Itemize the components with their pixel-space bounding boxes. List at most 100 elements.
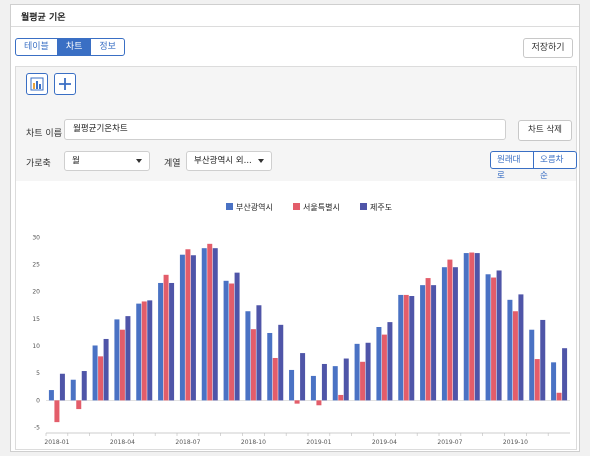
sort-ascending-button[interactable]: 오름차순 bbox=[533, 151, 577, 181]
y-tick-label: 20 bbox=[32, 289, 40, 296]
legend-swatch bbox=[360, 203, 367, 210]
legend-swatch bbox=[293, 203, 300, 210]
bar bbox=[272, 357, 278, 401]
bar bbox=[223, 280, 229, 401]
bar bbox=[562, 348, 568, 401]
bar bbox=[92, 345, 98, 401]
chevron-down-icon bbox=[136, 159, 142, 163]
bar bbox=[512, 311, 518, 401]
bar bbox=[332, 366, 338, 401]
bar bbox=[338, 394, 344, 401]
bar bbox=[81, 371, 87, 401]
bar bbox=[98, 356, 104, 401]
chart-name-label: 차트 이름 bbox=[26, 129, 62, 139]
bar bbox=[59, 373, 65, 401]
x-tick-label: 2019-01 bbox=[306, 439, 331, 446]
bar bbox=[321, 363, 327, 401]
legend-label: 서울특별시 bbox=[303, 202, 340, 212]
bar bbox=[343, 358, 349, 401]
chart-area: 부산광역시 서울특별시 제주도 -5 0 5 10 15 20 25 30 2018-01 2018-0… bbox=[16, 181, 576, 449]
y-tick-label: 25 bbox=[32, 261, 40, 268]
bar bbox=[119, 329, 125, 401]
bar bbox=[163, 274, 169, 401]
bar bbox=[551, 362, 557, 401]
series-value: 부산광역시 외... bbox=[194, 156, 252, 166]
y-tick-label: 15 bbox=[32, 316, 40, 323]
bar bbox=[141, 301, 147, 401]
chart-type-button[interactable] bbox=[26, 73, 48, 95]
series-label: 계열 bbox=[164, 159, 181, 169]
add-chart-button[interactable] bbox=[54, 73, 76, 95]
bar bbox=[267, 332, 273, 401]
bar bbox=[212, 248, 218, 401]
bar bbox=[365, 342, 371, 401]
bar bbox=[381, 334, 387, 401]
bar bbox=[485, 274, 491, 401]
bar-chart-icon bbox=[30, 77, 44, 91]
bar bbox=[207, 243, 213, 401]
bar bbox=[229, 283, 235, 401]
x-axis-value: 월 bbox=[72, 156, 80, 166]
bar bbox=[360, 361, 366, 401]
bar bbox=[147, 300, 153, 401]
bar bbox=[114, 319, 120, 401]
bar bbox=[278, 324, 284, 401]
x-tick-label: 2019-07 bbox=[437, 439, 462, 446]
bar bbox=[136, 303, 142, 401]
bar bbox=[469, 252, 475, 401]
bar bbox=[507, 299, 513, 401]
x-tick-label: 2018-01 bbox=[44, 439, 69, 446]
tab-table[interactable]: 테이블 bbox=[15, 38, 58, 56]
page-title: 월평균 기온 bbox=[21, 13, 66, 23]
bar bbox=[48, 390, 54, 401]
y-tick-label: -5 bbox=[34, 425, 40, 432]
x-tick-label: 2019-10 bbox=[503, 439, 528, 446]
bar bbox=[158, 282, 164, 401]
bar bbox=[474, 253, 480, 401]
series-select[interactable]: 부산광역시 외... bbox=[186, 151, 272, 171]
legend-label: 제주도 bbox=[370, 203, 392, 212]
plus-icon bbox=[59, 78, 71, 90]
sort-original-button[interactable]: 원래대로 bbox=[490, 151, 534, 181]
tab-chart[interactable]: 차트 bbox=[56, 38, 92, 56]
y-tick-label: 5 bbox=[36, 370, 40, 377]
bar bbox=[76, 400, 82, 410]
bar bbox=[316, 400, 322, 406]
x-tick-label: 2018-07 bbox=[175, 439, 200, 446]
bar bbox=[190, 255, 196, 401]
bar bbox=[452, 267, 458, 401]
bar bbox=[289, 369, 295, 401]
tab-info[interactable]: 정보 bbox=[90, 38, 125, 56]
bar bbox=[463, 253, 469, 401]
save-button[interactable]: 저장하기 bbox=[523, 38, 573, 58]
bar bbox=[125, 316, 131, 401]
bar bbox=[403, 294, 409, 401]
bar bbox=[70, 379, 76, 401]
bar bbox=[491, 277, 497, 401]
x-axis-select[interactable]: 월 bbox=[64, 151, 150, 171]
x-tick-label: 2018-04 bbox=[110, 439, 135, 446]
bar bbox=[420, 285, 426, 401]
delete-chart-button[interactable]: 차트 삭제 bbox=[518, 120, 572, 141]
y-tick-label: 0 bbox=[36, 397, 40, 404]
bar bbox=[398, 294, 404, 401]
bar bbox=[409, 296, 415, 401]
bar bbox=[310, 375, 316, 401]
bar bbox=[185, 249, 191, 401]
legend-label: 부산광역시 bbox=[236, 202, 273, 212]
bar bbox=[441, 267, 447, 401]
chevron-down-icon bbox=[258, 159, 264, 163]
bar bbox=[431, 285, 437, 401]
bar bbox=[354, 343, 360, 401]
y-tick-label: 30 bbox=[32, 234, 40, 241]
app-window: 월평균 기온 테이블 차트 정보 저장하기 차트 이름 월평균기온차트 차트 삭… bbox=[10, 4, 580, 452]
title-bar: 월평균 기온 bbox=[11, 5, 579, 27]
bar bbox=[103, 338, 109, 401]
bar bbox=[245, 311, 251, 401]
bar bbox=[447, 259, 453, 401]
x-axis-label: 가로축 bbox=[26, 159, 51, 169]
chart-name-input[interactable]: 월평균기온차트 bbox=[64, 119, 506, 140]
y-tick-label: 10 bbox=[32, 343, 40, 350]
bar bbox=[376, 327, 382, 401]
sort-toggle: 원래대로 오름차순 bbox=[490, 151, 577, 181]
